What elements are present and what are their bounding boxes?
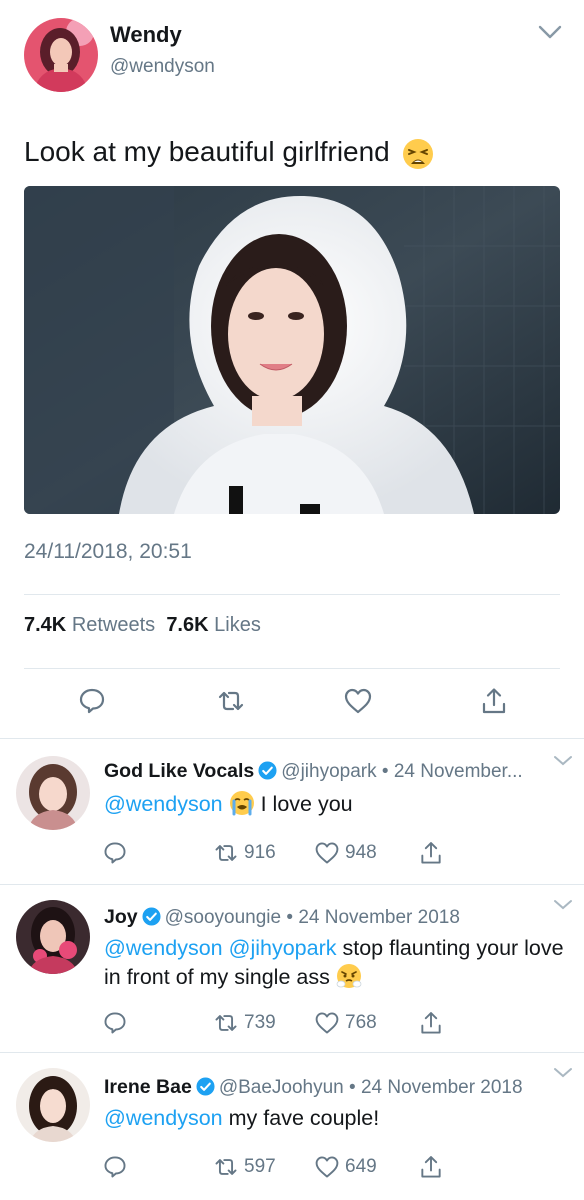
retweets-label: Retweets (71, 614, 156, 636)
reply-date: 24 November... (393, 761, 523, 782)
avatar[interactable] (16, 900, 90, 974)
reply-date: 24 November 2018 (360, 1077, 523, 1098)
retweets-stat[interactable]: 7.4K Retweets (24, 614, 155, 636)
mention-link[interactable]: @jihyopark (229, 936, 337, 960)
reply-icon (104, 1012, 126, 1034)
reply-tweet[interactable]: Irene Bae @BaeJoohyun • 24 November 2018 … (0, 1052, 584, 1200)
retweet-button[interactable]: 739 (213, 1008, 276, 1038)
chevron-down-icon[interactable] (553, 898, 573, 912)
chevron-down-icon[interactable] (553, 1066, 573, 1080)
divider (24, 668, 560, 669)
like-heart-icon (315, 1156, 339, 1178)
reply-text: @wendyson I love you (104, 790, 564, 819)
reply-actions: 597 649 (0, 1152, 584, 1182)
dot-separator: • (381, 761, 389, 782)
likes-count: 7.6K (166, 614, 209, 636)
retweet-icon (215, 1015, 237, 1031)
reply-actions: 739 768 (0, 1008, 584, 1038)
like-count: 768 (345, 1012, 377, 1033)
reply-actions: 916 948 (0, 838, 584, 868)
reply-tweet[interactable]: God Like Vocals @jihyopark • 24 November.… (0, 738, 584, 884)
tweet-photo[interactable] (24, 186, 560, 514)
reply-author-name[interactable]: Irene Bae (104, 1076, 192, 1098)
retweet-count: 739 (244, 1012, 276, 1033)
verified-badge-icon (142, 907, 161, 926)
likes-stat[interactable]: 7.6K Likes (166, 614, 261, 636)
share-icon (421, 842, 441, 864)
reply-text-content: I love you (260, 792, 353, 816)
like-heart-icon (315, 1012, 339, 1034)
weary-face-emoji-icon (402, 138, 433, 169)
mention-link[interactable]: @wendyson (104, 792, 223, 816)
chevron-down-icon[interactable] (553, 754, 573, 768)
verified-badge-icon (196, 1077, 215, 1096)
author-handle[interactable]: @wendyson (110, 56, 215, 78)
reply-text-content: my fave couple! (228, 1106, 380, 1130)
divider (24, 594, 560, 595)
like-heart-icon (315, 842, 339, 864)
share-icon (421, 1156, 441, 1178)
author-avatar[interactable] (24, 18, 98, 92)
reply-text: @wendyson @jihyopark stop flaunting your… (104, 934, 564, 992)
reply-icon[interactable] (77, 686, 107, 716)
verified-badge-icon (258, 761, 277, 780)
likes-label: Likes (214, 614, 261, 636)
reply-button[interactable] (102, 1008, 133, 1038)
reply-author-handle[interactable]: @jihyopark (281, 761, 376, 782)
reply-author-handle[interactable]: @BaeJoohyun (219, 1077, 344, 1098)
reply-icon (104, 1156, 126, 1178)
reply-tweet[interactable]: Joy @sooyoungie • 24 November 2018 @wendy… (0, 884, 584, 1052)
share-icon[interactable] (479, 686, 509, 716)
reply-header: Joy @sooyoungie • 24 November 2018 (104, 906, 460, 929)
reply-icon (104, 842, 126, 864)
avatar[interactable] (16, 756, 90, 830)
face-with-steam-emoji-icon (336, 964, 362, 988)
avatar[interactable] (16, 1068, 90, 1142)
like-count: 649 (345, 1156, 377, 1177)
tweet-text-content: Look at my beautiful girlfriend (24, 136, 390, 167)
reply-author-name[interactable]: Joy (104, 906, 138, 928)
like-button[interactable]: 649 (314, 1152, 377, 1182)
author-name[interactable]: Wendy (110, 22, 182, 48)
share-button[interactable] (418, 838, 449, 868)
like-button[interactable]: 948 (314, 838, 377, 868)
tweet-stats: 7.4K Retweets 7.6K Likes (24, 614, 261, 637)
reply-date: 24 November 2018 (298, 907, 460, 928)
retweet-icon (215, 845, 237, 861)
dot-separator: • (349, 1077, 356, 1098)
reply-button[interactable] (102, 1152, 133, 1182)
like-button[interactable]: 768 (314, 1008, 377, 1038)
chevron-down-icon[interactable] (536, 22, 564, 42)
reply-header: God Like Vocals @jihyopark • 24 November.… (104, 760, 523, 783)
retweet-button[interactable]: 597 (213, 1152, 276, 1182)
mention-link[interactable]: @wendyson (104, 936, 223, 960)
loudly-crying-face-emoji-icon (229, 791, 254, 816)
share-button[interactable] (418, 1152, 449, 1182)
retweets-count: 7.4K (24, 614, 67, 636)
reply-header: Irene Bae @BaeJoohyun • 24 November 2018 (104, 1076, 523, 1099)
reply-text: @wendyson my fave couple! (104, 1104, 564, 1133)
retweet-icon[interactable] (216, 686, 246, 716)
retweet-icon (215, 1159, 237, 1175)
like-count: 948 (345, 842, 377, 863)
reply-author-handle[interactable]: @sooyoungie (165, 907, 281, 928)
reply-author-name[interactable]: God Like Vocals (104, 760, 254, 782)
reply-button[interactable] (102, 838, 133, 868)
tweet-text: Look at my beautiful girlfriend (24, 136, 434, 170)
tweet-timestamp: 24/11/2018, 20:51 (24, 540, 192, 563)
tweet-actions (0, 686, 584, 722)
like-heart-icon[interactable] (343, 686, 373, 716)
retweet-count: 916 (244, 842, 276, 863)
share-button[interactable] (418, 1008, 449, 1038)
mention-link[interactable]: @wendyson (104, 1106, 223, 1130)
retweet-button[interactable]: 916 (213, 838, 276, 868)
share-icon (421, 1012, 441, 1034)
dot-separator: • (286, 907, 294, 928)
retweet-count: 597 (244, 1156, 276, 1177)
